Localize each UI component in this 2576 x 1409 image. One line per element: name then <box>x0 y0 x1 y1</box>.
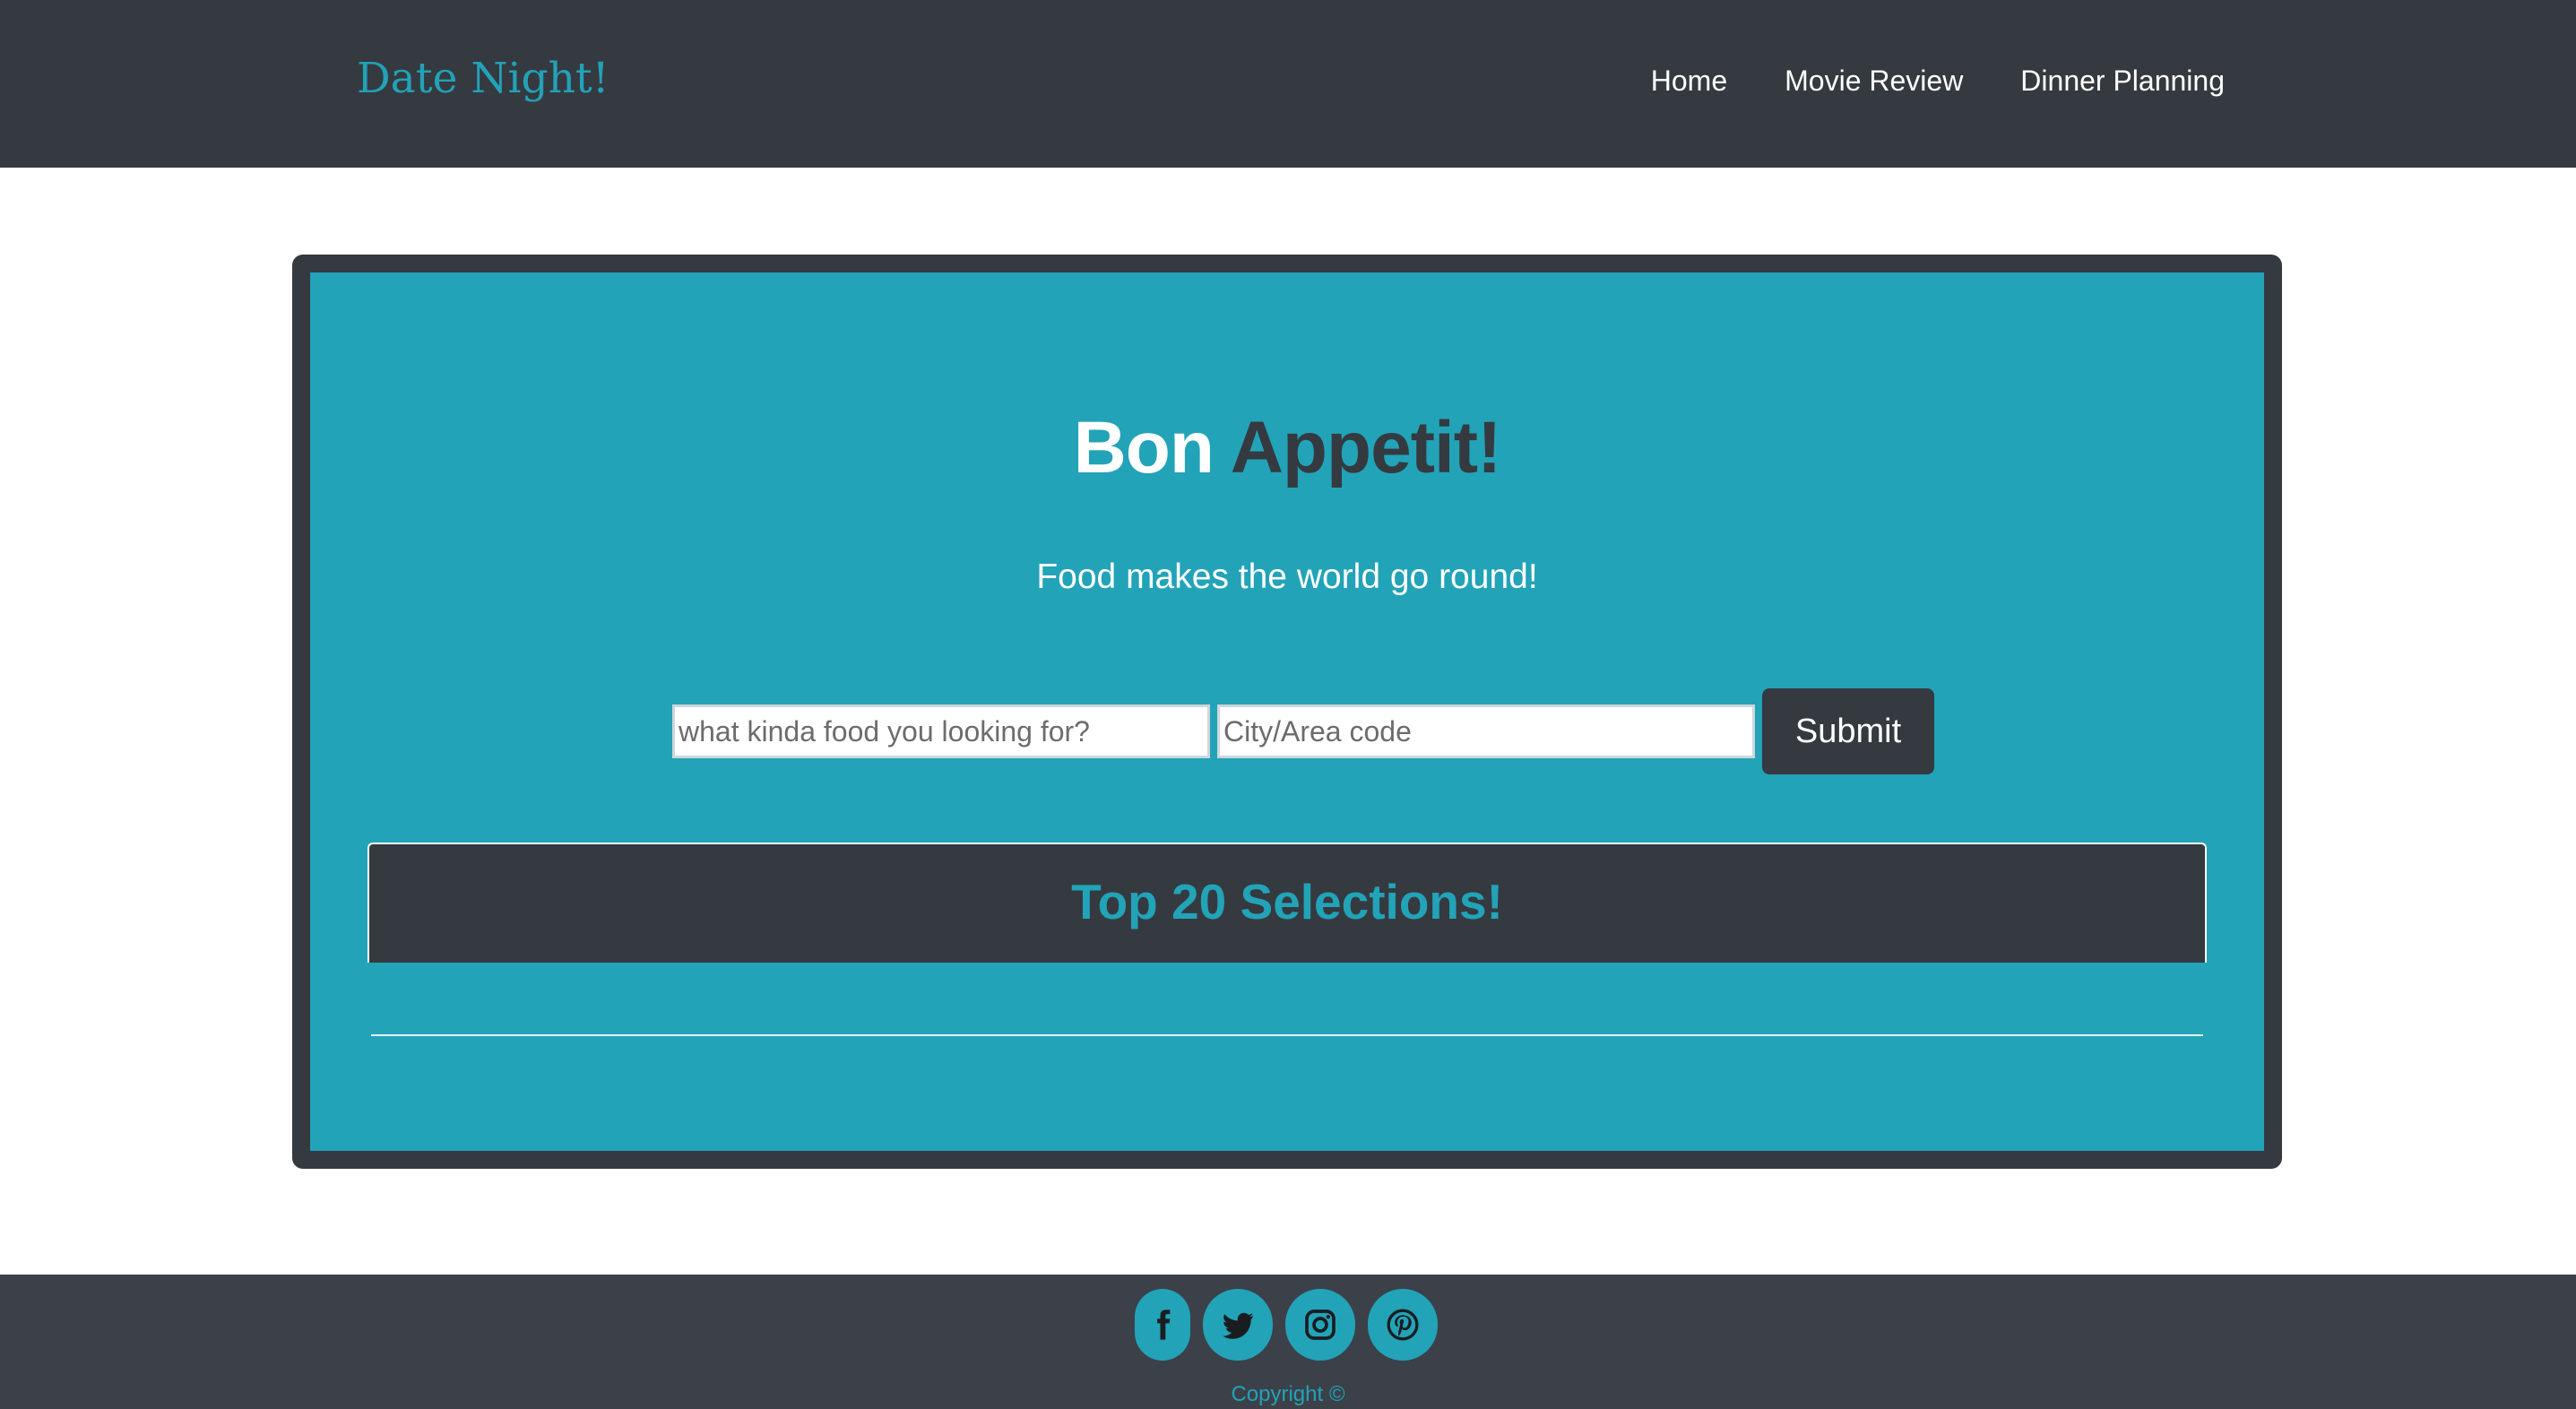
facebook-icon <box>1157 1310 1171 1340</box>
twitter-button[interactable] <box>1203 1289 1273 1361</box>
social-links <box>1135 1289 1438 1361</box>
nav-link-home[interactable]: Home <box>1651 59 1727 102</box>
nav-link-movie-review[interactable]: Movie Review <box>1785 59 1963 102</box>
submit-button[interactable]: Submit <box>1762 688 1934 774</box>
results-card: Top 20 Selections! <box>367 843 2207 963</box>
page: Date Night! Home Movie Review Dinner Pla… <box>0 0 2576 1409</box>
footer: Copyright © <box>0 1275 2576 1409</box>
instagram-button[interactable] <box>1285 1289 1355 1361</box>
brand-logo[interactable]: Date Night! <box>357 50 609 108</box>
food-search-input[interactable] <box>672 704 1210 758</box>
instagram-icon <box>1305 1310 1336 1340</box>
search-form: Submit <box>672 688 1934 774</box>
tagline: Food makes the world go round! <box>1036 558 1538 596</box>
hero-jumbotron: Bon Appetit! Food makes the world go rou… <box>292 255 2282 1169</box>
navbar: Date Night! Home Movie Review Dinner Pla… <box>0 0 2576 168</box>
pinterest-button[interactable] <box>1368 1289 1438 1361</box>
copyright: Copyright © <box>1231 1382 1345 1406</box>
results-title: Top 20 Selections! <box>1071 874 1503 929</box>
page-title-part-1: Bon <box>1073 407 1215 488</box>
pinterest-icon <box>1387 1309 1419 1341</box>
page-title: Bon Appetit! <box>310 403 2264 493</box>
twitter-icon <box>1223 1312 1254 1339</box>
divider <box>371 1034 2203 1036</box>
nav-link-dinner-planning[interactable]: Dinner Planning <box>2020 59 2225 102</box>
location-input[interactable] <box>1217 704 1755 758</box>
facebook-button[interactable] <box>1135 1289 1190 1361</box>
page-title-part-2: Appetit! <box>1230 407 1502 488</box>
nav-links: Home Movie Review Dinner Planning <box>1651 59 2225 102</box>
